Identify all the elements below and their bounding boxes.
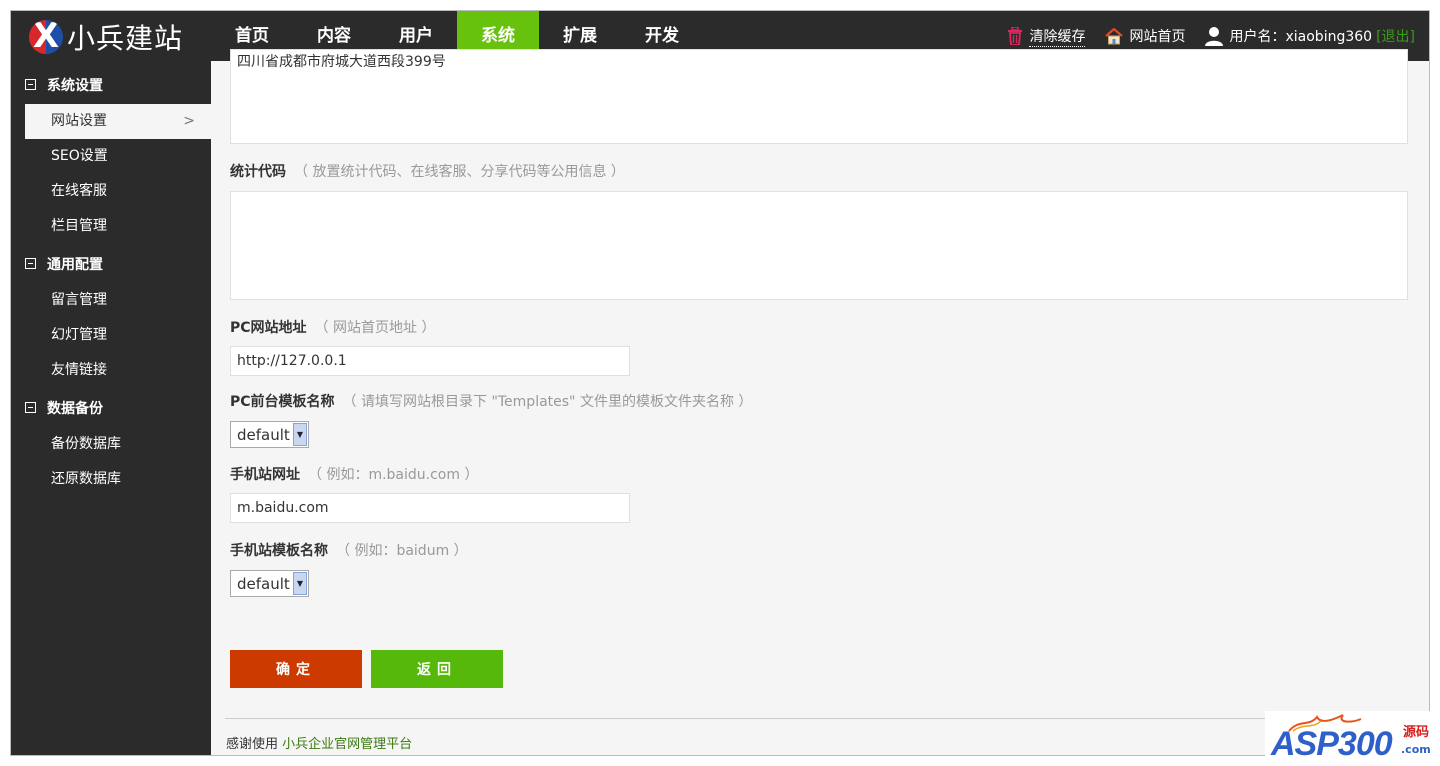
house-icon <box>1105 27 1124 44</box>
user-info: 用户名：xiaobing360 [退出] <box>1205 26 1415 46</box>
pc-url-label-row: PC网站地址 （ 网站首页地址 ） <box>230 317 1410 337</box>
footer-link[interactable]: 小兵企业官网管理平台 <box>282 737 412 752</box>
mobile-url-input[interactable] <box>230 493 630 523</box>
sidebar-item-online-service[interactable]: 在线客服 <box>11 174 211 209</box>
sidebar: 系统设置 网站设置 > SEO设置 在线客服 栏目管理 通用配置 留言管理 幻灯… <box>11 61 211 755</box>
trash-icon <box>1008 27 1023 45</box>
pc-url-input[interactable] <box>230 346 630 376</box>
chevron-down-icon: ▼ <box>293 572 307 595</box>
pc-template-hint: （ 请填写网站根目录下 "Templates" 文件里的模板文件夹名称 ） <box>342 394 753 410</box>
sidebar-item-label: 网站设置 <box>51 113 107 129</box>
chevron-down-icon: ▼ <box>293 423 307 446</box>
sidebar-section-general-config[interactable]: 通用配置 <box>11 244 211 283</box>
footer: 感谢使用 小兵企业官网管理平台 <box>226 733 412 752</box>
clear-cache-label: 清除缓存 <box>1029 26 1086 47</box>
mobile-template-label: 手机站模板名称 <box>230 543 328 559</box>
site-home-link[interactable]: 网站首页 <box>1105 26 1185 46</box>
collapse-icon <box>25 402 36 413</box>
sidebar-section-data-backup[interactable]: 数据备份 <box>11 388 211 427</box>
confirm-button[interactable]: 确定 <box>230 650 362 688</box>
pc-template-label: PC前台模板名称 <box>230 394 335 410</box>
pc-template-value: default <box>237 425 290 444</box>
mobile-url-label: 手机站网址 <box>230 467 300 483</box>
watermark-logo: ASP300 源码 .com <box>1265 711 1435 763</box>
sidebar-item-seo-settings[interactable]: SEO设置 <box>11 139 211 174</box>
pc-template-select[interactable]: default ▼ <box>230 421 309 448</box>
footer-prefix: 感谢使用 <box>226 737 279 752</box>
stats-code-label: 统计代码 <box>230 164 286 180</box>
username-label: 用户名：xiaobing360 <box>1229 29 1373 45</box>
chevron-right-icon: > <box>183 113 195 129</box>
section-title: 数据备份 <box>47 400 103 417</box>
pc-template-label-row: PC前台模板名称 （ 请填写网站根目录下 "Templates" 文件里的模板文件… <box>230 391 1410 411</box>
watermark-domain: .com <box>1401 743 1431 756</box>
clear-cache-button[interactable]: 清除缓存 <box>1007 26 1086 47</box>
mobile-template-label-row: 手机站模板名称 （ 例如：baidum ） <box>230 540 1410 560</box>
watermark-side: 源码 <box>1403 725 1430 740</box>
sidebar-item-restore-db[interactable]: 还原数据库 <box>11 462 211 497</box>
logo-icon: X <box>29 20 63 54</box>
logo[interactable]: X 小兵建站 <box>29 20 183 55</box>
watermark-text: ASP300 <box>1271 725 1393 763</box>
sidebar-item-slides[interactable]: 幻灯管理 <box>11 318 211 353</box>
pc-url-hint: （ 网站首页地址 ） <box>314 320 436 336</box>
main-content: 四川省成都市府城大道西段399号 统计代码 （ 放置统计代码、在线客服、分享代码等… <box>230 49 1410 597</box>
mobile-url-hint: （ 例如：m.baidu.com ） <box>308 467 479 483</box>
stats-code-textarea[interactable] <box>230 191 1408 300</box>
sidebar-item-backup-db[interactable]: 备份数据库 <box>11 427 211 462</box>
footer-divider <box>225 718 1429 719</box>
sidebar-section-system-settings[interactable]: 系统设置 <box>11 65 211 104</box>
user-icon <box>1205 27 1224 46</box>
mobile-template-value: default <box>237 574 290 593</box>
sidebar-item-site-settings[interactable]: 网站设置 > <box>25 104 211 139</box>
mobile-template-hint: （ 例如：baidum ） <box>336 543 468 559</box>
section-title: 系统设置 <box>47 77 103 94</box>
logout-link[interactable]: [退出] <box>1376 26 1415 46</box>
sidebar-item-links[interactable]: 友情链接 <box>11 353 211 388</box>
address-textarea[interactable]: 四川省成都市府城大道西段399号 <box>230 49 1408 144</box>
stats-code-label-row: 统计代码 （ 放置统计代码、在线客服、分享代码等公用信息 ） <box>230 161 1410 181</box>
collapse-icon <box>25 79 36 90</box>
site-home-label: 网站首页 <box>1129 29 1186 45</box>
app-window: X 小兵建站 首页 内容 用户 系统 扩展 开发 清除缓存 网站首页 用户名：x… <box>10 10 1430 756</box>
sidebar-item-messages[interactable]: 留言管理 <box>11 283 211 318</box>
sidebar-item-column-manage[interactable]: 栏目管理 <box>11 209 211 244</box>
pc-url-label: PC网站地址 <box>230 320 307 336</box>
section-title: 通用配置 <box>47 256 103 273</box>
collapse-icon <box>25 258 36 269</box>
back-button[interactable]: 返回 <box>371 650 503 688</box>
mobile-template-select[interactable]: default ▼ <box>230 570 309 597</box>
stats-code-hint: （ 放置统计代码、在线客服、分享代码等公用信息 ） <box>294 164 625 180</box>
brand-name: 小兵建站 <box>67 22 184 55</box>
mobile-url-label-row: 手机站网址 （ 例如：m.baidu.com ） <box>230 464 1410 484</box>
